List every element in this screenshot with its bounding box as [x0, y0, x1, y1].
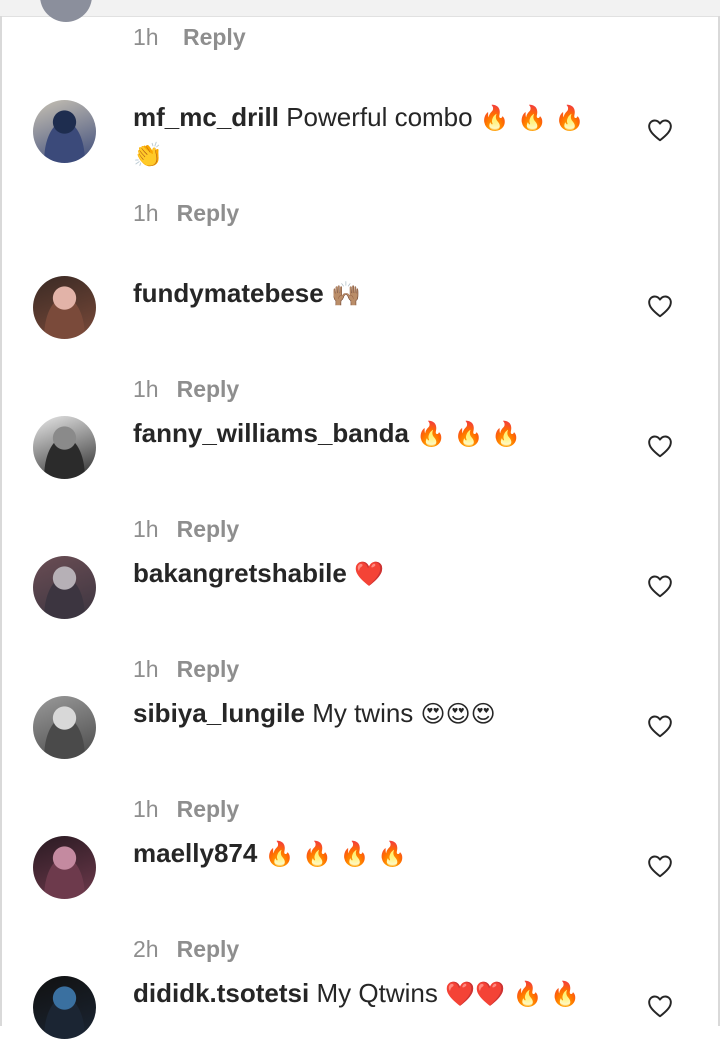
like-button[interactable] [645, 431, 675, 461]
comment-meta: 2h Reply [133, 936, 239, 963]
reply-button[interactable]: Reply [183, 24, 246, 50]
comment-body: My Qtwins [316, 978, 438, 1008]
heart-outline-icon [648, 119, 672, 142]
heart-outline-icon [648, 855, 672, 878]
like-button[interactable] [645, 571, 675, 601]
reply-button[interactable]: Reply [177, 796, 240, 822]
heart-outline-icon [648, 295, 672, 318]
username[interactable]: fanny_williams_banda [133, 418, 409, 448]
username[interactable]: maelly874 [133, 838, 257, 868]
comment-meta: 1h Reply [133, 24, 246, 51]
heart-outline-icon [648, 575, 672, 598]
comment-meta: 1h Reply [133, 200, 239, 227]
avatar[interactable] [33, 100, 96, 163]
divider [0, 16, 2, 1026]
avatar[interactable] [33, 836, 96, 899]
emoji-text: 🙌🏽 [330, 280, 361, 308]
comment-text: maelly874 🔥 🔥 🔥 🔥 [133, 835, 613, 872]
like-button[interactable] [645, 115, 675, 145]
reply-button[interactable]: Reply [177, 936, 240, 962]
emoji-text: ❤️❤️ 🔥 🔥 [445, 980, 580, 1008]
reply-button[interactable]: Reply [177, 376, 240, 402]
username[interactable]: mf_mc_drill [133, 102, 279, 132]
comment-time: 1h [133, 200, 159, 226]
comment-text: mf_mc_drill Powerful combo 🔥 🔥 🔥 👏 [133, 99, 613, 173]
emoji-text: ❤️ [354, 560, 384, 588]
username[interactable]: dididk.tsotetsi [133, 978, 309, 1008]
comment-meta: 1h Reply [133, 376, 239, 403]
comment-text: bakangretshabile ❤️ [133, 555, 613, 592]
comment-time: 1h [133, 516, 159, 542]
reply-button[interactable]: Reply [177, 200, 240, 226]
avatar[interactable] [33, 276, 96, 339]
avatar[interactable] [33, 976, 96, 1039]
top-bar [0, 0, 720, 17]
comment-body: My twins [312, 698, 414, 728]
comment-time: 1h [133, 24, 159, 50]
username[interactable]: sibiya_lungile [133, 698, 305, 728]
comment-time: 1h [133, 656, 159, 682]
emoji-text: 🔥 🔥 🔥 [479, 104, 585, 132]
comment-meta: 1h Reply [133, 656, 239, 683]
comment-time: 2h [133, 936, 159, 962]
like-button[interactable] [645, 291, 675, 321]
heart-outline-icon [648, 995, 672, 1018]
reply-button[interactable]: Reply [177, 516, 240, 542]
username[interactable]: fundymatebese [133, 278, 324, 308]
avatar[interactable] [40, 0, 92, 22]
emoji-text: 😍😍😍 [420, 700, 496, 728]
avatar[interactable] [33, 416, 96, 479]
comment-meta: 1h Reply [133, 516, 239, 543]
heart-outline-icon [648, 435, 672, 458]
emoji-text: 🔥 🔥 🔥 🔥 [264, 840, 407, 868]
avatar[interactable] [33, 556, 96, 619]
avatar[interactable] [33, 696, 96, 759]
like-button[interactable] [645, 711, 675, 741]
reply-button[interactable]: Reply [177, 656, 240, 682]
comment-time: 1h [133, 796, 159, 822]
emoji-text: 👏 [133, 141, 163, 169]
comment-time: 1h [133, 376, 159, 402]
emoji-text: 🔥 🔥 🔥 [416, 420, 522, 448]
comment-text: fundymatebese 🙌🏽 [133, 275, 613, 312]
like-button[interactable] [645, 991, 675, 1021]
comment-body: Powerful combo [286, 102, 473, 132]
comment-text: dididk.tsotetsi My Qtwins ❤️❤️ 🔥 🔥 [133, 975, 613, 1012]
comment-text: fanny_williams_banda 🔥 🔥 🔥 [133, 415, 613, 452]
like-button[interactable] [645, 851, 675, 881]
comment-text: sibiya_lungile My twins 😍😍😍 [133, 695, 613, 732]
username[interactable]: bakangretshabile [133, 558, 347, 588]
heart-outline-icon [648, 715, 672, 738]
comment-meta: 1h Reply [133, 796, 239, 823]
